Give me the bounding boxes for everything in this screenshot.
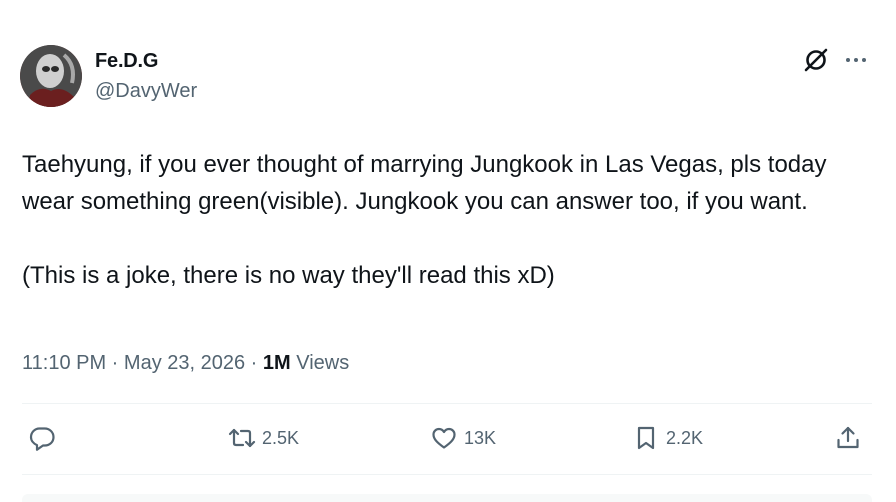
retweet-icon — [228, 428, 256, 448]
grok-icon[interactable] — [802, 46, 830, 74]
reply-icon — [29, 427, 55, 451]
bookmark-count: 2.2K — [666, 427, 704, 448]
meta-separator: · — [106, 352, 124, 374]
tweet-time[interactable]: 11:10 PM — [22, 352, 106, 374]
action-bar: 2.5K 13K 2.2K — [0, 418, 896, 458]
heart-icon — [432, 427, 456, 449]
avatar[interactable] — [20, 45, 82, 107]
meta-separator: · — [245, 352, 263, 374]
author-handle[interactable]: @DavyWer — [95, 80, 197, 103]
bookmark-button[interactable]: 2.2K — [632, 418, 703, 458]
more-options-icon[interactable] — [842, 46, 870, 74]
reply-composer-edge — [22, 494, 872, 502]
author-name[interactable]: Fe.D.G — [95, 50, 158, 73]
share-icon — [837, 426, 859, 449]
avatar-image — [20, 45, 82, 107]
retweet-count: 2.5K — [262, 427, 300, 448]
views-label: Views — [290, 352, 350, 374]
tweet-meta: 11:10 PM · May 23, 2026 · 1M Views — [22, 352, 349, 375]
like-button[interactable]: 13K — [430, 418, 496, 458]
like-count: 13K — [464, 427, 497, 448]
tweet-date[interactable]: May 23, 2026 — [124, 352, 245, 374]
retweet-button[interactable]: 2.5K — [228, 418, 299, 458]
reply-button[interactable] — [28, 418, 56, 458]
divider — [22, 474, 872, 475]
bookmark-icon — [637, 426, 655, 450]
tweet-text: Taehyung, if you ever thought of marryin… — [22, 151, 827, 289]
share-button[interactable] — [834, 418, 862, 458]
divider — [22, 403, 872, 404]
views-count: 1M — [262, 352, 291, 374]
